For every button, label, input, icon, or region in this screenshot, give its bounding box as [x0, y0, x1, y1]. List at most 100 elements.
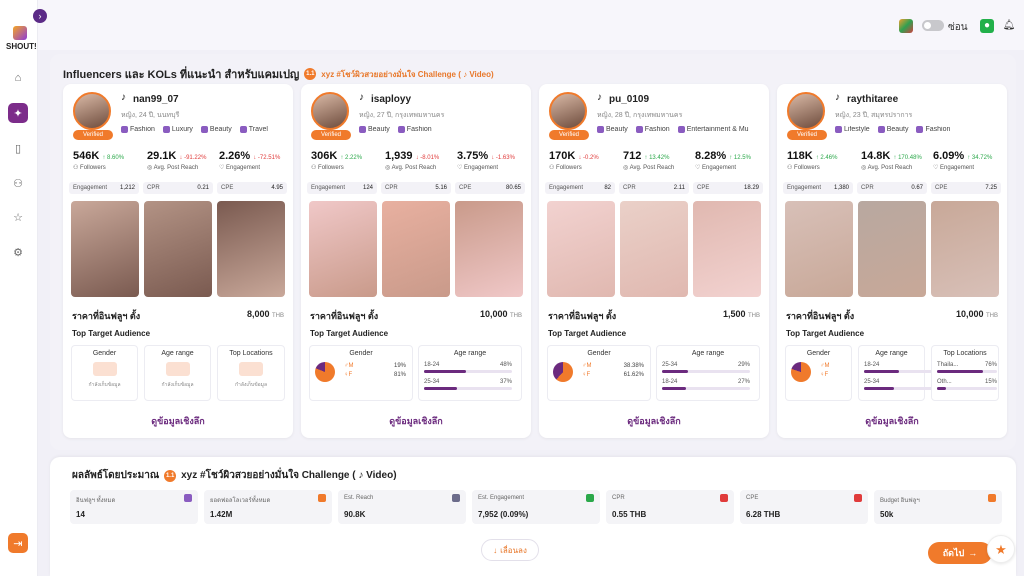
estimate-label: CPR	[612, 495, 625, 501]
location-value: 15%	[984, 379, 997, 385]
reach-label: Avg. Post Reach	[867, 165, 913, 171]
view-insights-link[interactable]: ดูข้อมูลเชิงลึก	[301, 414, 531, 428]
age-range-label: 25-34	[864, 379, 880, 385]
estimate-box: Budget อินฟลูฯ 50k	[874, 490, 1002, 524]
content-photo[interactable]	[382, 201, 450, 297]
engagement-change: ↑ 12.5%	[729, 155, 751, 161]
content-photo[interactable]	[693, 201, 761, 297]
scroll-down-button[interactable]: ↓ เลื่อนลง	[481, 539, 539, 561]
influencer-card[interactable]: Verified ♪ raythitaree หญิง, 23 ปี, สมุท…	[777, 84, 1007, 438]
age-range-label: 18-24	[662, 379, 678, 385]
bell-icon[interactable]: 🔔︎	[1002, 19, 1016, 33]
megaphone-icon[interactable]: ✦	[8, 103, 28, 123]
location-bar-fill	[937, 370, 983, 373]
brand-logo[interactable]: SHOUT!	[6, 26, 37, 51]
age-range-label: 18-24	[424, 362, 440, 368]
female-icon: ♀F	[820, 372, 829, 378]
age-range-label: 25-34	[662, 362, 678, 368]
content-photo[interactable]	[620, 201, 688, 297]
expand-sidebar-icon[interactable]: ›	[33, 9, 47, 23]
view-insights-link[interactable]: ดูข้อมูลเชิงลึก	[539, 414, 769, 428]
metric-value: 82	[604, 185, 611, 191]
reach-value: 14.8K	[861, 150, 891, 162]
influencer-card[interactable]: Verified ♪ pu_0109 หญิง, 28 ปี, กรุงเทพม…	[539, 84, 769, 438]
influencer-handle[interactable]: raythitaree	[847, 94, 898, 105]
reach-label: Avg. Post Reach	[153, 165, 199, 171]
gender-pie	[315, 362, 335, 382]
stats-row: 546K ↑ 8.60% ⚇ Followers 29.1K ↓ -91.22%…	[63, 150, 293, 174]
next-button[interactable]: ถัดไป →	[928, 542, 992, 564]
content-photos	[547, 201, 761, 297]
arrow-right-icon: →	[968, 548, 978, 558]
bookmark-icon[interactable]: ▯	[8, 138, 28, 158]
influencer-handle[interactable]: nan99_07	[133, 94, 179, 105]
empty-data-icon	[165, 362, 190, 376]
content-photo[interactable]	[455, 201, 523, 297]
cpe-metric: CPE 7.25	[931, 182, 1001, 194]
content-photo[interactable]	[858, 201, 926, 297]
star-icon[interactable]: ☆	[8, 207, 28, 227]
influencer-card[interactable]: Verified ♪ isaployy หญิง, 27 ปี, กรุงเทพ…	[301, 84, 531, 438]
influencer-handle[interactable]: isaployy	[371, 94, 411, 105]
cpe-metric: CPE 80.65	[455, 182, 525, 194]
engagement-stat: 8.28% ↑ 12.5% ♡ Engagement	[695, 150, 769, 171]
favorite-star-icon[interactable]: ★	[987, 535, 1015, 563]
content-photo[interactable]	[547, 201, 615, 297]
money-bag-icon	[988, 494, 996, 502]
engagement-label: Engagement	[702, 165, 737, 171]
influencer-card[interactable]: Verified ♪ nan99_07 หญิง, 24 ปี, นนทบุรี…	[63, 84, 293, 438]
metrics-row: Engagement 82 CPR 2.11 CPE 18.29	[545, 182, 763, 194]
gender-female-value: 81%	[393, 372, 406, 378]
location-row: Thaila... 76%	[937, 362, 997, 373]
settings-icon[interactable]: ⚙	[8, 242, 28, 262]
avatar[interactable]	[549, 92, 587, 130]
followers-stat: 170K ↓ -0.2% ⚇ Followers	[549, 150, 623, 171]
heart-icon: ♡	[933, 165, 941, 171]
content-photo[interactable]	[309, 201, 377, 297]
content-photo[interactable]	[785, 201, 853, 297]
location-label: Oth...	[937, 379, 952, 385]
metric-label: CPE	[221, 185, 234, 191]
metric-value: 2.11	[673, 185, 685, 191]
category-icon	[239, 126, 247, 133]
content-photo[interactable]	[144, 201, 212, 297]
view-insights-link[interactable]: ดูข้อมูลเชิงลึก	[777, 414, 1007, 428]
price-row: ราคาที่อินฟลูฯ ตั้ง 10,000 THB	[786, 309, 998, 323]
google-icon[interactable]	[899, 19, 913, 33]
content-photo[interactable]	[931, 201, 999, 297]
followers-change: ↑ 2.22%	[340, 155, 363, 161]
location-bar-fill	[937, 387, 946, 390]
content-photo[interactable]	[71, 201, 139, 297]
gender-pie	[553, 362, 573, 382]
content-photo[interactable]	[217, 201, 285, 297]
influencer-handle[interactable]: pu_0109	[609, 94, 649, 105]
locations-title: Top Locations	[943, 350, 987, 357]
avatar[interactable]	[73, 92, 111, 130]
home-icon[interactable]: ⌂	[8, 68, 28, 88]
avatar[interactable]	[311, 92, 349, 130]
influencer-meta: หญิง, 28 ปี, กรุงเทพมหานคร	[597, 112, 683, 119]
gender-title: Gender	[587, 350, 611, 357]
reach-stat: 1,939 ↓ -8.01% ◎ Avg. Post Reach	[385, 150, 459, 171]
age-box: Age range 25-34 29% 18-24 27%	[656, 345, 760, 401]
estimate-box: Est. Reach 90.8K	[338, 490, 466, 524]
line-icon[interactable]: ●	[980, 19, 994, 33]
hide-toggle[interactable]	[922, 20, 944, 31]
age-title: Age range	[453, 350, 487, 357]
arrow-down-icon: ↓	[493, 545, 498, 555]
engagement-value: 6.09%	[933, 150, 965, 162]
avatar[interactable]	[787, 92, 825, 130]
logout-icon[interactable]: ⇥	[8, 533, 28, 553]
metric-value: 4.95	[271, 185, 283, 191]
top-target-title: Top Target Audience	[72, 329, 151, 338]
users-icon[interactable]: ⚇	[8, 173, 28, 193]
gender-title: Gender	[92, 350, 117, 357]
category-tag: Fashion	[916, 126, 950, 133]
engagement-stat: 3.75% ↓ -1.63% ♡ Engagement	[457, 150, 531, 171]
content-photos	[71, 201, 285, 297]
category-label: Beauty	[209, 126, 232, 133]
view-insights-link[interactable]: ดูข้อมูลเชิงลึก	[63, 414, 293, 428]
stats-row: 118K ↑ 2.46% ⚇ Followers 14.8K ↑ 170.48%…	[777, 150, 1007, 174]
followers-value: 118K	[787, 150, 813, 162]
estimates-campaign: xyz #โชว์ผิวสวยอย่างมั่นใจ Challenge ( ♪…	[181, 470, 397, 481]
